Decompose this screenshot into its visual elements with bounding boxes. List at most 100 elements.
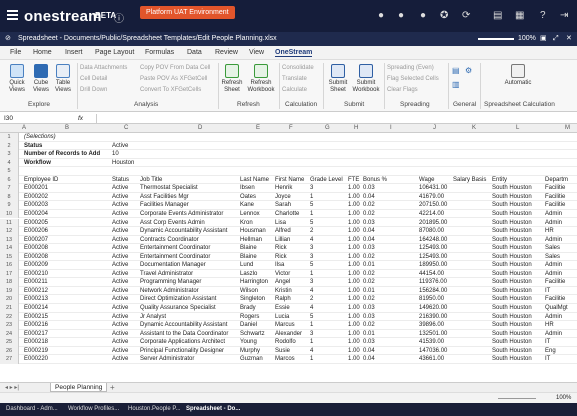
table-cell[interactable]: 43661.00 bbox=[419, 355, 451, 363]
table-cell[interactable]: 5 bbox=[310, 201, 346, 209]
close-icon[interactable]: ✕ bbox=[566, 32, 572, 46]
table-cell[interactable]: 119376.00 bbox=[419, 278, 451, 286]
table-cell[interactable]: Victor bbox=[275, 270, 308, 278]
table-cell[interactable]: 1.00 bbox=[348, 236, 361, 244]
table-cell[interactable]: Henrik bbox=[275, 184, 308, 192]
table-cell[interactable]: QualMgt bbox=[545, 304, 575, 312]
cube-views-button[interactable]: Cube Views bbox=[30, 64, 52, 94]
row-number[interactable]: 12 bbox=[0, 227, 19, 236]
column-header[interactable]: I bbox=[390, 125, 392, 131]
table-cell[interactable]: 3 bbox=[310, 244, 346, 252]
table-cell[interactable]: Facilities Manager bbox=[140, 201, 238, 209]
table-cell[interactable]: Programming Manager bbox=[140, 278, 238, 286]
table-cell[interactable]: E000219 bbox=[24, 347, 110, 355]
tab-view[interactable]: View bbox=[249, 49, 264, 56]
table-cell[interactable]: South Houston bbox=[492, 347, 543, 355]
table-cell[interactable]: 0.04 bbox=[363, 355, 417, 363]
table-cell[interactable]: E000210 bbox=[24, 270, 110, 278]
table-cell[interactable]: Entertainment Coordinator bbox=[140, 253, 238, 261]
table-cell[interactable]: Laszlo bbox=[240, 270, 273, 278]
row-number[interactable]: 10 bbox=[0, 209, 19, 219]
table-cell[interactable]: 1 bbox=[310, 270, 346, 278]
table-cell[interactable]: Active bbox=[112, 295, 138, 303]
name-box[interactable]: I30 bbox=[4, 115, 13, 122]
table-cell[interactable]: Facilitie bbox=[545, 184, 575, 192]
table-cell[interactable]: 2 bbox=[310, 227, 346, 235]
table-cell[interactable]: Admin bbox=[545, 330, 575, 338]
table-cell[interactable]: South Houston bbox=[492, 338, 543, 346]
formula-input[interactable] bbox=[96, 114, 572, 123]
row-number[interactable]: 17 bbox=[0, 269, 19, 279]
automatic-calc-button[interactable]: Automatic bbox=[498, 64, 538, 87]
table-cell[interactable]: 1.00 bbox=[348, 330, 361, 338]
convert-pov-button[interactable]: Convert To XFGetCells bbox=[140, 87, 201, 93]
table-cell[interactable]: Assistant to the Data Coordinator bbox=[140, 330, 238, 338]
table-cell[interactable]: Sales bbox=[545, 253, 575, 261]
table-cell[interactable]: Facilitie bbox=[545, 193, 575, 201]
row-number[interactable]: 25 bbox=[0, 338, 19, 347]
table-cell[interactable]: 4 bbox=[310, 304, 346, 312]
table-cell[interactable]: Admin bbox=[545, 219, 575, 227]
table-cell[interactable]: Brady bbox=[240, 304, 273, 312]
table-cell[interactable]: Entertainment Coordinator bbox=[140, 244, 238, 252]
sheet-nav-icons[interactable]: ◂ ▸ ▸| bbox=[5, 384, 19, 391]
tab-page-layout[interactable]: Page Layout bbox=[95, 49, 134, 56]
table-cell[interactable]: 1.00 bbox=[348, 338, 361, 346]
table-cell[interactable]: Departm bbox=[545, 176, 575, 184]
row-number[interactable]: 5 bbox=[0, 167, 19, 176]
logout-icon[interactable]: ⇥ bbox=[560, 10, 568, 21]
taskbar-item[interactable]: Houston.People P... bbox=[128, 406, 181, 412]
table-cell[interactable]: 1.00 bbox=[348, 355, 361, 363]
table-cell[interactable]: Last Name bbox=[240, 176, 273, 184]
table-cell[interactable]: 1 bbox=[310, 338, 346, 346]
table-cell[interactable]: Asst Facilities Mgr bbox=[140, 193, 238, 201]
table-cell[interactable]: Active bbox=[112, 347, 138, 355]
table-cell[interactable]: Kron bbox=[240, 219, 273, 227]
table-cell[interactable]: E000202 bbox=[24, 193, 110, 201]
table-cell[interactable]: 0.02 bbox=[363, 295, 417, 303]
table-cell[interactable]: E000212 bbox=[24, 287, 110, 295]
table-cell[interactable]: 3 bbox=[310, 184, 346, 192]
zoom-slider[interactable] bbox=[478, 38, 514, 40]
table-cell[interactable]: E000220 bbox=[24, 355, 110, 363]
table-cell[interactable]: Wage bbox=[419, 176, 451, 184]
table-cell[interactable]: 5 bbox=[310, 219, 346, 227]
table-cell[interactable]: Workflow bbox=[24, 159, 110, 167]
tab-data[interactable]: Data bbox=[187, 49, 202, 56]
table-cell[interactable]: 1.00 bbox=[348, 313, 361, 321]
table-cell[interactable]: Travel Administrator bbox=[140, 270, 238, 278]
table-cell[interactable]: E000208 bbox=[24, 253, 110, 261]
table-cell[interactable]: (Selections) bbox=[24, 133, 110, 141]
documents-icon[interactable]: ▤ bbox=[493, 10, 502, 21]
tab-onestream[interactable]: OneStream bbox=[275, 49, 313, 57]
table-cell[interactable]: Susie bbox=[275, 347, 308, 355]
tab-file[interactable]: File bbox=[10, 49, 21, 56]
workflow-icon[interactable]: ✪ bbox=[440, 10, 448, 21]
table-cell[interactable]: Harrington bbox=[240, 278, 273, 286]
table-cell[interactable]: South Houston bbox=[492, 253, 543, 261]
table-cell[interactable]: Eng bbox=[545, 347, 575, 355]
table-cell[interactable]: 216390.00 bbox=[419, 313, 451, 321]
table-cell[interactable]: South Houston bbox=[492, 261, 543, 269]
table-cell[interactable]: Status bbox=[112, 176, 138, 184]
row-number[interactable]: 9 bbox=[0, 201, 19, 210]
table-cell[interactable]: 106431.00 bbox=[419, 184, 451, 192]
add-sheet-icon[interactable]: + bbox=[110, 383, 115, 392]
table-cell[interactable]: 125493.00 bbox=[419, 253, 451, 261]
table-cell[interactable]: 42214.00 bbox=[419, 210, 451, 218]
column-header[interactable]: A bbox=[22, 125, 26, 131]
cell-detail-button[interactable]: Cell Detail bbox=[80, 76, 107, 82]
table-cell[interactable]: 149620.00 bbox=[419, 304, 451, 312]
table-cell[interactable]: Active bbox=[112, 184, 138, 192]
table-cell[interactable]: Active bbox=[112, 304, 138, 312]
table-cell[interactable]: 1.00 bbox=[348, 184, 361, 192]
clear-flags-button[interactable]: Clear Flags bbox=[387, 87, 418, 93]
table-cell[interactable]: 39896.00 bbox=[419, 321, 451, 329]
options-icon[interactable]: ▥ bbox=[452, 80, 460, 89]
table-cell[interactable]: Ralph bbox=[275, 295, 308, 303]
settings-icon[interactable]: ⚙ bbox=[465, 66, 472, 75]
table-cell[interactable]: 132501.00 bbox=[419, 330, 451, 338]
status-zoom-slider[interactable] bbox=[498, 398, 536, 399]
table-cell[interactable]: Active bbox=[112, 210, 138, 218]
table-cell[interactable]: South Houston bbox=[492, 321, 543, 329]
